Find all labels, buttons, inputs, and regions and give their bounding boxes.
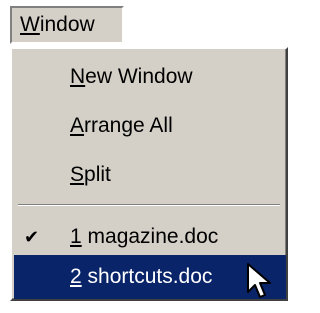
menu-item-new-window[interactable]: New Window (14, 55, 286, 99)
access-key: S (70, 163, 85, 186)
label-text: rrange All (84, 114, 173, 137)
menu-bar: Window (0, 0, 292, 47)
menu-item-label: Arrange All (70, 104, 173, 148)
menu-item-window-magazine-doc[interactable]: ✔ 1 magazine.doc (14, 215, 286, 259)
access-key: 2 (70, 265, 82, 288)
window-menu-title[interactable]: Window (10, 6, 124, 44)
menu-separator (18, 204, 280, 206)
menu-item-label: Split (70, 153, 111, 197)
window-menu-label: indow (39, 13, 95, 36)
mouse-pointer-icon (247, 263, 271, 298)
label-text: plit (84, 163, 111, 186)
label-text: magazine.doc (81, 225, 219, 248)
menu-item-label: 1 magazine.doc (70, 215, 218, 259)
menu-item-arrange-all[interactable]: Arrange All (14, 104, 286, 148)
checkmark-icon: ✔ (24, 227, 40, 247)
label-text: shortcuts.doc (81, 265, 213, 288)
window-menu-access-key: W (20, 13, 40, 36)
access-key: N (70, 65, 86, 88)
label-text: ew Window (85, 65, 193, 88)
menu-item-label: New Window (70, 55, 193, 99)
access-key: A (70, 114, 85, 137)
access-key: 1 (70, 225, 82, 248)
menu-item-split[interactable]: Split (14, 153, 286, 197)
menu-item-label: 2 shortcuts.doc (70, 255, 212, 299)
